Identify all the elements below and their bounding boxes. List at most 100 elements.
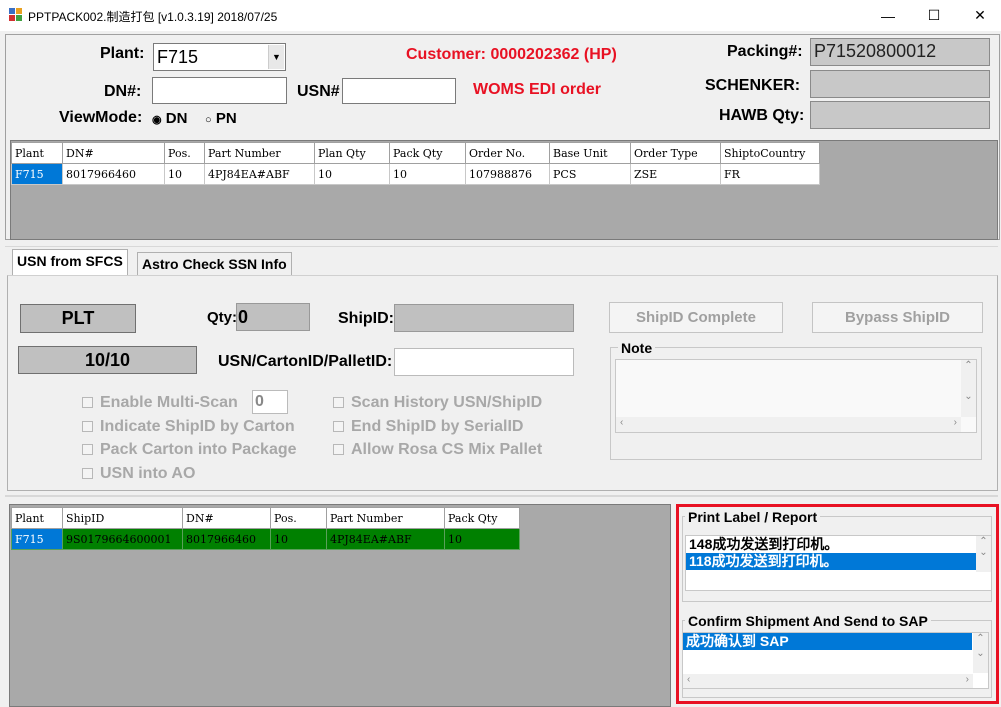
checkbox-icon <box>82 468 93 479</box>
column-header[interactable]: DN# <box>62 142 165 164</box>
print-label-list[interactable]: 148成功发送到打印机。 118成功发送到打印机。 ⌃ ⌄ <box>685 535 992 591</box>
column-header[interactable]: ShipID <box>62 507 183 529</box>
table-cell[interactable]: F715 <box>11 163 63 185</box>
end-shipid-checkbox[interactable]: End ShipID by SerialID <box>333 418 523 436</box>
scroll-left-icon[interactable]: ‹ <box>683 674 690 685</box>
usn-input[interactable] <box>342 78 456 104</box>
packing-label: Packing#: <box>727 43 803 60</box>
column-header[interactable]: Pos. <box>164 142 205 164</box>
hawb-field[interactable] <box>810 101 990 129</box>
table-cell[interactable]: 10 <box>164 163 205 185</box>
column-header[interactable]: Plant <box>11 507 63 529</box>
usn-into-ao-checkbox[interactable]: USN into AO <box>82 465 195 483</box>
maximize-button[interactable]: ☐ <box>911 0 957 31</box>
note-vscrollbar[interactable]: ⌃ ⌄ <box>961 360 976 417</box>
scroll-up-icon[interactable]: ⌃ <box>976 536 991 547</box>
checkbox-label: Allow Rosa CS Mix Pallet <box>351 441 543 458</box>
table-cell[interactable]: 10 <box>270 528 327 550</box>
table-cell[interactable]: 10 <box>444 528 520 550</box>
viewmode-pn-label: PN <box>215 110 237 127</box>
list-item[interactable]: 118成功发送到打印机。 <box>686 553 976 570</box>
table-cell[interactable]: 8017966460 <box>182 528 271 550</box>
table-row[interactable]: F715 8017966460 10 4PJ84EA#ABF 10 10 107… <box>11 163 820 185</box>
dn-input[interactable] <box>152 77 287 104</box>
column-header[interactable]: Plant <box>11 142 63 164</box>
minimize-button[interactable]: — <box>865 0 911 31</box>
shipid-label: ShipID: <box>338 310 394 327</box>
scroll-right-icon[interactable]: › <box>954 417 957 428</box>
allow-rosa-checkbox[interactable]: Allow Rosa CS Mix Pallet <box>333 441 542 459</box>
tab-usn-from-sfcs[interactable]: USN from SFCS <box>12 249 128 276</box>
column-header[interactable]: Pos. <box>270 507 327 529</box>
checkbox-icon <box>82 444 93 455</box>
qty-label: Qty: <box>207 309 237 326</box>
table-row[interactable]: F715 9S0179664600001 8017966460 10 4PJ84… <box>11 528 520 550</box>
scroll-up-icon[interactable]: ⌃ <box>961 360 976 371</box>
shipid-complete-button[interactable]: ShipID Complete <box>609 302 783 333</box>
usn-carton-pallet-input[interactable] <box>394 348 574 376</box>
indicate-shipid-checkbox[interactable]: Indicate ShipID by Carton <box>82 418 295 436</box>
qty-field[interactable]: 0 <box>236 303 310 331</box>
viewmode-pn-radio[interactable]: ○ PN <box>205 110 237 127</box>
dn-grid-table: Plant DN# Pos. Part Number Plan Qty Pack… <box>11 142 820 185</box>
column-header[interactable]: Part Number <box>204 142 315 164</box>
table-cell[interactable]: 10 <box>389 163 466 185</box>
column-header[interactable]: Plan Qty <box>314 142 390 164</box>
confirm-list-hscrollbar[interactable]: ‹ › <box>683 674 973 688</box>
note-label: Note <box>618 340 656 356</box>
scroll-right-icon[interactable]: › <box>966 674 969 685</box>
table-cell[interactable]: 9S0179664600001 <box>62 528 183 550</box>
table-cell[interactable]: 107988876 <box>465 163 550 185</box>
column-header[interactable]: Order Type <box>630 142 721 164</box>
checkbox-icon <box>333 421 344 432</box>
multi-scan-count-input[interactable] <box>252 390 288 414</box>
column-header[interactable]: ShiptoCountry <box>720 142 820 164</box>
packing-number-field[interactable]: P71520800012 <box>810 38 990 66</box>
table-cell[interactable]: 8017966460 <box>62 163 165 185</box>
column-header[interactable]: Order No. <box>465 142 550 164</box>
pack-carton-checkbox[interactable]: Pack Carton into Package <box>82 441 297 459</box>
table-cell[interactable]: F715 <box>11 528 63 550</box>
checkbox-label: Indicate ShipID by Carton <box>100 418 295 435</box>
table-cell[interactable]: FR <box>720 163 820 185</box>
app-icon <box>9 8 22 21</box>
checkbox-label: Scan History USN/ShipID <box>351 394 543 411</box>
column-header[interactable]: Part Number <box>326 507 445 529</box>
table-cell[interactable]: 10 <box>314 163 390 185</box>
scroll-left-icon[interactable]: ‹ <box>616 417 623 428</box>
note-hscrollbar[interactable]: ‹ › <box>616 417 961 432</box>
scroll-up-icon[interactable]: ⌃ <box>973 633 988 644</box>
scroll-down-icon[interactable]: ⌄ <box>973 648 988 659</box>
plt-indicator: PLT <box>20 304 136 333</box>
list-item[interactable]: 148成功发送到打印机。 <box>686 536 976 553</box>
shipid-field[interactable] <box>394 304 574 332</box>
close-button[interactable]: ✕ <box>957 0 1001 31</box>
column-header[interactable]: Pack Qty <box>444 507 520 529</box>
column-header[interactable]: Pack Qty <box>389 142 466 164</box>
column-header[interactable]: Base Unit <box>549 142 631 164</box>
column-header[interactable]: DN# <box>182 507 271 529</box>
table-cell[interactable]: ZSE <box>630 163 721 185</box>
table-cell[interactable]: 4PJ84EA#ABF <box>326 528 445 550</box>
enable-multi-scan-checkbox[interactable]: Enable Multi-Scan <box>82 394 238 412</box>
scroll-down-icon[interactable]: ⌄ <box>976 547 991 558</box>
divider <box>5 246 998 247</box>
note-textarea[interactable]: ⌃ ⌄ ‹ › <box>615 359 977 433</box>
print-list-vscrollbar[interactable]: ⌃ ⌄ <box>976 536 991 572</box>
table-cell[interactable]: 4PJ84EA#ABF <box>204 163 315 185</box>
chevron-down-icon[interactable]: ▼ <box>268 45 284 69</box>
scroll-down-icon[interactable]: ⌄ <box>961 391 976 402</box>
confirm-shipment-list[interactable]: 成功确认到 SAP ⌃ ⌄ ‹ › <box>682 632 989 689</box>
confirm-list-vscrollbar[interactable]: ⌃ ⌄ <box>973 633 988 673</box>
bypass-shipid-button[interactable]: Bypass ShipID <box>812 302 983 333</box>
window-title: PPTPACK002.制造打包 [v1.0.3.19] 2018/07/25 <box>28 10 278 24</box>
checkbox-icon <box>333 444 344 455</box>
scan-history-checkbox[interactable]: Scan History USN/ShipID <box>333 394 542 412</box>
table-cell[interactable]: PCS <box>549 163 631 185</box>
schenker-field[interactable] <box>810 70 990 98</box>
tab-astro-check[interactable]: Astro Check SSN Info <box>137 252 292 276</box>
list-item[interactable]: 成功确认到 SAP <box>683 633 972 650</box>
plant-select[interactable]: F715 ▼ <box>153 43 286 71</box>
checkbox-label: USN into AO <box>100 465 196 482</box>
viewmode-dn-radio[interactable]: ◉ DN <box>152 110 187 127</box>
